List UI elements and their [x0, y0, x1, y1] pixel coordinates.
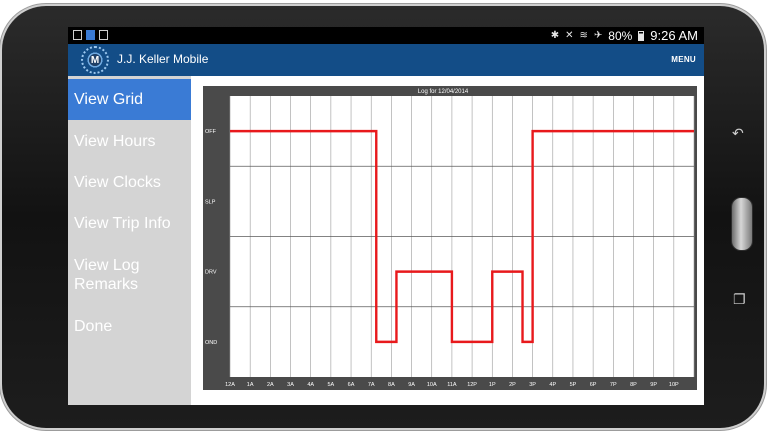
x-axis-tick-label: 2A	[267, 382, 274, 388]
x-axis-tick-label: 6P	[590, 382, 597, 388]
duty-status-grid-chart: Log for 12/04/2014 OFF SLP DRV OND 12A 1A 2A 3…	[203, 86, 697, 390]
x-axis-tick-label: 9A	[408, 382, 415, 388]
x-axis-tick-label: 4A	[307, 382, 314, 388]
download-notification-icon	[99, 30, 108, 40]
x-axis-tick-label: 11A	[447, 382, 457, 388]
sidebar: View Grid View Hours View Clocks View Tr…	[68, 76, 191, 405]
chart-title: Log for 12/04/2014	[418, 89, 469, 95]
sidebar-item-view-trip-info[interactable]: View Trip Info	[68, 214, 191, 233]
x-axis-tick-label: 9P	[650, 382, 657, 388]
recent-apps-key-icon[interactable]: ❐	[733, 292, 746, 308]
app-logo: M	[81, 46, 109, 74]
sidebar-item-view-clocks[interactable]: View Clocks	[68, 173, 191, 192]
back-key-icon[interactable]: ↶	[732, 126, 744, 142]
x-axis-tick-label: 5A	[328, 382, 335, 388]
menu-button[interactable]: MENU	[671, 55, 696, 64]
x-axis-tick-label: 8P	[630, 382, 637, 388]
x-axis-tick-label: 8A	[388, 382, 395, 388]
notification-icon	[73, 30, 82, 40]
clock: 9:26 AM	[650, 28, 698, 43]
x-axis-tick-label: 3P	[529, 382, 536, 388]
x-axis-labels: 12A 1A 2A 3A 4A 5A 6A 7A 8A 9A 10A 11A 12P 1P 2P 3P 4P 5P…	[225, 382, 679, 388]
y-axis-label: DRV	[205, 270, 217, 276]
x-axis-tick-label: 10A	[427, 382, 437, 388]
airplane-mode-icon: ✈	[593, 30, 603, 41]
grid-panel: Log for 12/04/2014 OFF SLP DRV OND 12A 1A 2A 3…	[193, 76, 704, 405]
app-bar: M J.J. Keller Mobile MENU	[68, 44, 704, 76]
sidebar-item-view-grid[interactable]: View Grid	[68, 79, 191, 120]
x-axis-tick-label: 4P	[549, 382, 556, 388]
battery-percent: 80%	[608, 28, 633, 43]
x-axis-tick-label: 7A	[368, 382, 375, 388]
x-axis-tick-label: 12P	[467, 382, 477, 388]
x-axis-tick-label: 3A	[287, 382, 294, 388]
y-axis-label: SLP	[205, 199, 216, 205]
home-key[interactable]	[731, 197, 753, 251]
y-axis-label: OFF	[205, 129, 217, 135]
sidebar-item-done[interactable]: Done	[68, 317, 191, 336]
sidebar-item-view-hours[interactable]: View Hours	[68, 132, 191, 151]
app-title: J.J. Keller Mobile	[117, 52, 209, 66]
mute-icon: ✕	[565, 30, 574, 41]
app-notification-icon	[86, 30, 95, 40]
x-axis-tick-label: 7P	[610, 382, 617, 388]
x-axis-tick-label: 12A	[225, 382, 235, 388]
x-axis-tick-label: 5P	[570, 382, 577, 388]
system-icons: ✱ ✕ ≋ ✈ 80% 9:26 AM	[551, 28, 698, 43]
screen: ✱ ✕ ≋ ✈ 80% 9:26 AM M J.J. Keller Mobile…	[68, 27, 704, 405]
y-axis-label: OND	[205, 340, 217, 346]
bluetooth-icon: ✱	[550, 30, 560, 41]
x-axis-tick-label: 2P	[509, 382, 516, 388]
battery-icon	[638, 30, 645, 41]
x-axis-tick-label: 10P	[669, 382, 679, 388]
sidebar-item-view-log-remarks[interactable]: View Log Remarks	[68, 256, 178, 294]
x-axis-tick-label: 1P	[489, 382, 496, 388]
wifi-icon: ≋	[579, 30, 588, 41]
status-bar: ✱ ✕ ≋ ✈ 80% 9:26 AM	[68, 27, 704, 44]
x-axis-tick-label: 1A	[247, 382, 254, 388]
x-axis-tick-label: 6A	[348, 382, 355, 388]
notification-icons	[73, 30, 108, 40]
